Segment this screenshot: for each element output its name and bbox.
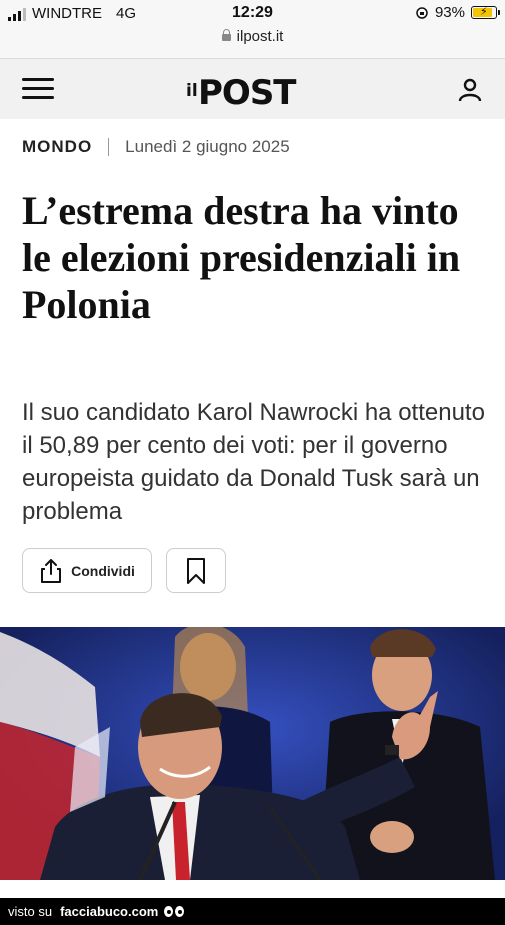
share-label: Condividi — [71, 562, 135, 579]
status-right: 93% ⚡ — [415, 4, 500, 21]
hamburger-menu-icon[interactable] — [22, 77, 54, 101]
battery-percent: 93% — [434, 4, 465, 21]
article-meta: MONDO Lunedì 2 giugno 2025 — [22, 137, 290, 157]
status-bar: WINDTRE 4G 12:29 ilpost.it 93% ⚡ — [0, 0, 505, 59]
battery-icon: ⚡ — [471, 6, 500, 19]
site-logo[interactable]: il POST — [186, 67, 326, 113]
bookmark-icon — [187, 557, 205, 584]
address-bar[interactable]: ilpost.it — [0, 28, 505, 45]
orientation-lock-icon — [416, 6, 428, 19]
meta-divider — [108, 138, 110, 156]
section-link[interactable]: MONDO — [22, 137, 92, 157]
article-photo — [0, 627, 505, 880]
article-date: Lunedì 2 giugno 2025 — [125, 137, 290, 156]
article-subtitle: Il suo candidato Karol Nawrocki ha otten… — [22, 399, 485, 525]
footer-brand: facciabuco.com — [60, 904, 159, 919]
site-header: il POST — [0, 59, 505, 119]
lock-icon — [221, 29, 231, 41]
share-icon — [41, 558, 62, 583]
photo-illustration — [0, 627, 505, 880]
eyes-icon — [164, 906, 185, 917]
footer-prefix: visto su — [8, 904, 53, 919]
user-icon[interactable] — [457, 77, 483, 103]
article-title: L’estrema destra ha vinto le elezioni pr… — [22, 188, 461, 327]
logo-post: POST — [198, 73, 297, 113]
bookmark-button[interactable] — [166, 548, 226, 593]
watermark-footer: visto su facciabuco.com — [0, 898, 505, 925]
url-text: ilpost.it — [236, 28, 284, 45]
logo-il: il — [186, 81, 198, 101]
share-button[interactable]: Condividi — [22, 548, 152, 593]
